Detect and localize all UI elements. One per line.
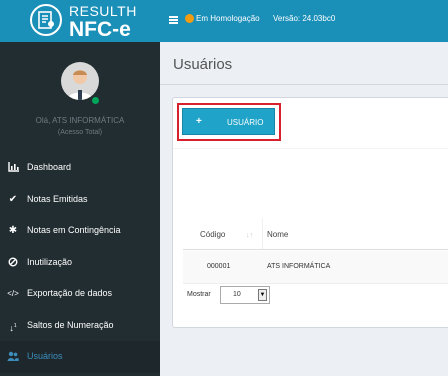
menu-toggle-icon[interactable] [169, 16, 178, 24]
page-size-value: 10 [233, 291, 241, 298]
bar-chart-icon [7, 162, 19, 174]
plus-icon: + [196, 116, 202, 127]
sidebar-menu: Dashboard ✔ Notas Emitidas ✱ Notas em Co… [0, 152, 160, 373]
sidebar-item-usuarios[interactable]: Usuários [0, 341, 160, 373]
sidebar-item-label: Saltos de Numeração [27, 319, 114, 330]
column-separator [262, 218, 263, 250]
logo[interactable]: RESULTH NFC-e [0, 0, 160, 42]
sidebar-item-notas-emitidas[interactable]: ✔ Notas Emitidas [0, 184, 160, 216]
asterisk-icon: ✱ [8, 225, 18, 236]
cell-codigo: 000001 [207, 263, 231, 270]
sidebar-item-label: Usuários [27, 351, 63, 361]
sidebar-item-label: Dashboard [27, 162, 72, 172]
page-size-select[interactable]: 10 ▼ [220, 286, 270, 304]
sidebar-item-exportacao[interactable]: </> Exportação de dados [0, 278, 160, 310]
sort-icon[interactable]: ↓↑ [246, 232, 253, 239]
add-user-label: USUÁRIO [227, 118, 264, 127]
page-title: Usuários [173, 56, 233, 73]
divider [173, 148, 448, 149]
cell-nome: ATS INFORMÁTICA [267, 263, 331, 270]
sidebar-item-dashboard[interactable]: Dashboard [0, 152, 160, 184]
receipt-logo-icon [30, 4, 62, 36]
add-user-button[interactable]: + USUÁRIO [182, 108, 275, 135]
version-label: Versão: 24.03bc0 [273, 14, 336, 23]
column-header-codigo[interactable]: Código [200, 230, 225, 239]
dropdown-arrow-icon[interactable]: ▼ [258, 289, 267, 301]
sidebar-item-label: Exportação de dados [27, 288, 113, 298]
users-icon [7, 351, 19, 363]
sort-numeric-icon: ↓1 [9, 322, 17, 333]
sidebar-item-inutilizacao[interactable]: Inutilização [0, 247, 160, 279]
environment-badge: Em Homologação [185, 14, 260, 23]
user-panel: Olá, ATS INFORMÁTICA (Acesso Total) [0, 42, 160, 154]
environment-icon [185, 14, 194, 23]
column-header-nome[interactable]: Nome [267, 230, 288, 239]
sidebar-item-label: Inutilização [27, 256, 73, 267]
sidebar-item-saltos-numeracao[interactable]: ↓1 Saltos de Numeração [0, 310, 160, 342]
sidebar-item-label: Notas Emitidas [27, 193, 88, 204]
page-size-label: Mostrar [187, 291, 211, 298]
user-greeting: Olá, ATS INFORMÁTICA [35, 116, 125, 125]
table-header-rule [183, 249, 448, 250]
top-navbar: Em Homologação Versão: 24.03bc0 [160, 0, 448, 42]
sidebar-item-notas-contingencia[interactable]: ✱ Notas em Contingência [0, 215, 160, 247]
sidebar-item-label: Notas em Contingência [27, 225, 121, 235]
avatar [61, 62, 99, 100]
brand-bottom: NFC-e [69, 18, 131, 41]
divider [160, 84, 448, 85]
brand-top: RESULTH [69, 3, 137, 19]
online-status-dot [91, 96, 100, 105]
ban-icon [7, 257, 19, 269]
code-icon: </> [7, 289, 19, 298]
check-icon: ✔ [8, 193, 18, 205]
sidebar: RESULTH NFC-e Olá, ATS INFORMÁTICA (Aces… [0, 0, 160, 376]
user-access-level: (Acesso Total) [57, 129, 103, 136]
